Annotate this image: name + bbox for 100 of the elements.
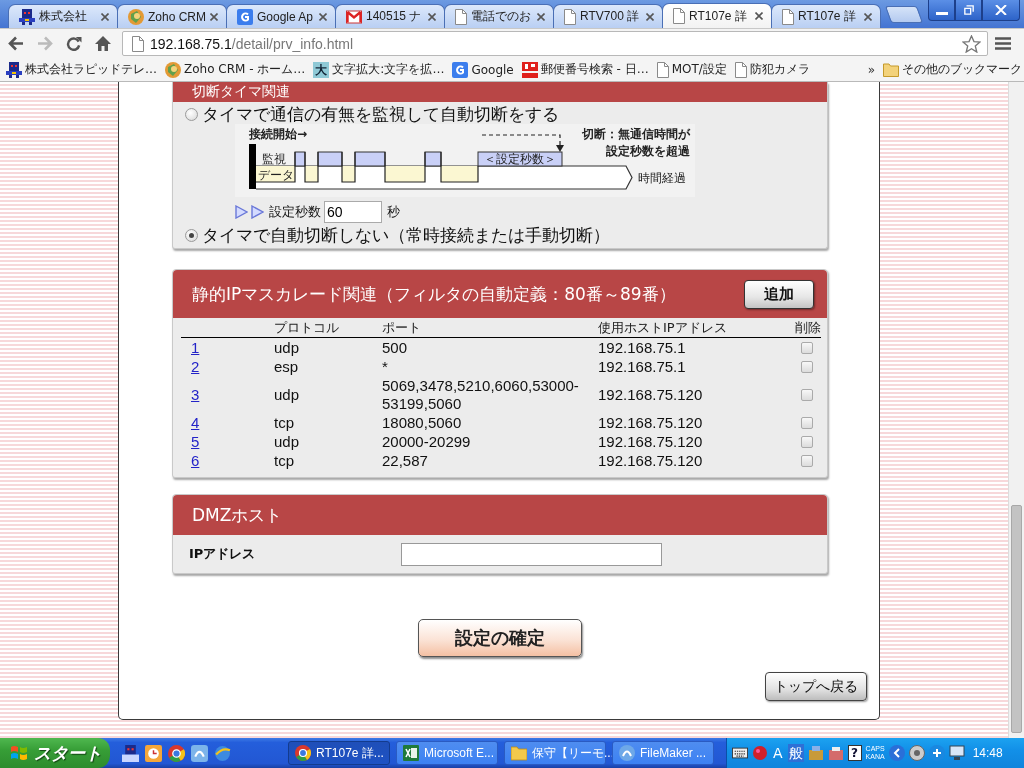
- host-cell: 192.168.75.120: [598, 433, 703, 450]
- bookmark-item[interactable]: MOT/設定: [656, 61, 727, 78]
- delete-checkbox[interactable]: [801, 389, 813, 401]
- close-icon[interactable]: [864, 12, 872, 21]
- row-number-link[interactable]: 1: [191, 339, 200, 356]
- host-cell: 192.168.75.120: [598, 414, 703, 431]
- browser-icon[interactable]: [168, 744, 185, 762]
- keyboard-icon[interactable]: [732, 745, 748, 761]
- confirm-button[interactable]: 設定の確定: [418, 619, 582, 657]
- cutoff-note: 設定秒数を超過: [606, 144, 690, 158]
- help-icon[interactable]: ?: [847, 745, 862, 761]
- protocol-cell: tcp: [274, 452, 294, 469]
- close-icon[interactable]: [428, 12, 436, 21]
- restore-icon: [962, 5, 975, 15]
- seconds-input[interactable]: 60: [324, 201, 382, 223]
- minimize-button[interactable]: [928, 0, 955, 21]
- star-icon[interactable]: [962, 34, 981, 53]
- close-icon[interactable]: [646, 12, 654, 21]
- bookmarks-overflow-button[interactable]: »: [867, 62, 875, 77]
- row-number-link[interactable]: 5: [191, 433, 200, 450]
- triangle-icon: [235, 205, 248, 219]
- page-icon: [782, 8, 794, 25]
- delete-checkbox[interactable]: [801, 436, 813, 448]
- task-label: FileMaker ...: [640, 746, 706, 760]
- scrollbar-track[interactable]: [1008, 82, 1024, 738]
- period-label: ＜設定秒数＞: [484, 152, 556, 166]
- taskbar-button[interactable]: FileMaker ...: [612, 741, 714, 765]
- time-axis-label: 時間経過: [638, 171, 686, 185]
- new-tab-button[interactable]: [884, 6, 924, 23]
- browser-tab[interactable]: RT107e 詳: [771, 4, 881, 28]
- radio-option[interactable]: タイマで自動切断しない（常時接続または手動切断）: [185, 225, 827, 245]
- radio-option[interactable]: タイマで通信の有無を監視して自動切断をする: [185, 104, 827, 124]
- delete-checkbox[interactable]: [801, 361, 813, 373]
- add-button[interactable]: 追加: [744, 279, 814, 309]
- bookmark-item[interactable]: 防犯カメラ: [734, 61, 810, 78]
- port-cell: 500: [382, 339, 408, 357]
- chevron-icon[interactable]: [888, 745, 905, 761]
- bookmark-label: 文字拡大:文字を拡…: [332, 61, 445, 78]
- delete-checkbox[interactable]: [801, 417, 813, 429]
- column-header: 使用ホストIPアドレス: [598, 318, 728, 337]
- bookmark-label: MOT/設定: [671, 61, 727, 78]
- browser-tab[interactable]: RT107e 詳: [662, 3, 772, 28]
- taskbar-button[interactable]: Microsoft E...: [396, 741, 498, 765]
- toolbox-icon[interactable]: [827, 745, 844, 761]
- page-icon: [673, 8, 685, 24]
- field-label: IPアドレス: [189, 545, 257, 563]
- browser-tab[interactable]: Google Ap: [226, 4, 336, 28]
- reload-icon[interactable]: [66, 36, 82, 51]
- close-icon[interactable]: [319, 12, 327, 21]
- robot-icon[interactable]: [122, 744, 139, 762]
- close-icon[interactable]: [101, 12, 109, 21]
- delete-checkbox[interactable]: [801, 342, 813, 354]
- back-to-top-button[interactable]: トップへ戻る: [765, 672, 867, 701]
- home-icon[interactable]: [95, 36, 111, 51]
- plus-icon[interactable]: [928, 745, 945, 761]
- disc-icon[interactable]: [908, 745, 925, 761]
- row-number-link[interactable]: 6: [191, 452, 200, 469]
- browser-tab[interactable]: RTV700 詳: [553, 4, 663, 28]
- clock-icon[interactable]: [145, 744, 162, 762]
- bookmark-item[interactable]: Google: [452, 61, 514, 78]
- site-logo-icon: [237, 8, 253, 25]
- browser-tab[interactable]: 株式会社: [8, 4, 118, 28]
- close-window-button[interactable]: [982, 0, 1020, 21]
- restore-button[interactable]: [955, 0, 982, 21]
- row-number-link[interactable]: 4: [191, 414, 200, 431]
- app-icon[interactable]: [191, 744, 208, 762]
- menu-icon[interactable]: [995, 36, 1011, 51]
- monitor-icon[interactable]: [948, 745, 965, 761]
- start-button[interactable]: スタート: [0, 738, 110, 768]
- row-number-link[interactable]: 2: [191, 358, 200, 375]
- protocol-cell: tcp: [274, 414, 294, 431]
- globe-icon[interactable]: [214, 744, 231, 762]
- bookmark-label: Google: [471, 62, 514, 77]
- spreadsheet-icon: [403, 745, 419, 761]
- port-cell: 22,587: [382, 452, 428, 470]
- port-cell: 18080,5060: [382, 414, 462, 432]
- scrollbar-thumb[interactable]: [1011, 505, 1022, 733]
- close-icon[interactable]: [755, 12, 763, 20]
- close-icon[interactable]: [537, 12, 545, 21]
- taskbar-button[interactable]: RT107e 詳...: [288, 741, 390, 765]
- site-logo-icon: [452, 61, 469, 78]
- back-icon[interactable]: [8, 36, 24, 51]
- ime-mode-label[interactable]: 般: [787, 744, 804, 762]
- ip-address-input[interactable]: [401, 542, 662, 566]
- browser-tab[interactable]: 140515 ナ: [335, 4, 445, 28]
- bookmark-item[interactable]: 大 文字拡大:文字を拡…: [313, 61, 445, 78]
- ime-mode-label[interactable]: A: [772, 744, 784, 762]
- tab-title: Zoho CRM: [148, 9, 206, 24]
- close-icon[interactable]: [210, 12, 218, 21]
- radio-button[interactable]: [185, 107, 198, 121]
- port-cell: *: [382, 358, 388, 376]
- row-number-link[interactable]: 3: [191, 386, 200, 403]
- browser-tab[interactable]: 電話でのお: [444, 4, 554, 28]
- delete-checkbox[interactable]: [801, 455, 813, 467]
- address-field[interactable]: 192.168.75.1/detail/prv_info.html: [122, 31, 988, 56]
- browser-tab[interactable]: Zoho CRM: [117, 4, 227, 28]
- tab-title: 140515 ナ: [366, 8, 423, 25]
- column-header: プロトコル: [274, 318, 340, 337]
- clock: 14:48: [972, 746, 1003, 760]
- radio-button[interactable]: [185, 228, 198, 242]
